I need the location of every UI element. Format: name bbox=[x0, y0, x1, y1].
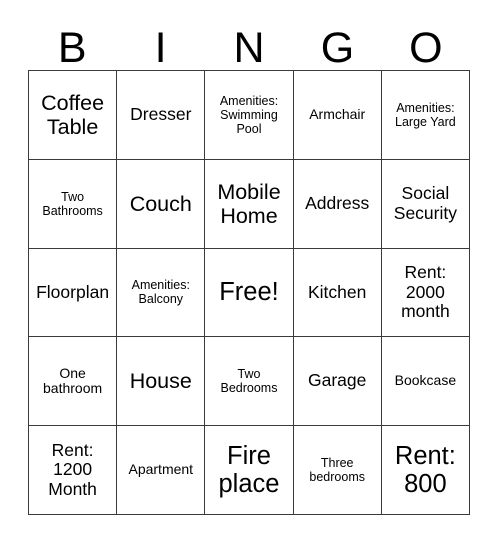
bingo-cell-label: Couch bbox=[129, 191, 192, 216]
bingo-cell[interactable]: Fire place bbox=[205, 426, 294, 515]
bingo-cell-label: Social Security bbox=[393, 183, 457, 223]
bingo-cell-label: Apartment bbox=[128, 461, 194, 478]
bingo-cell[interactable]: Mobile Home bbox=[205, 159, 294, 249]
bingo-header-letter-i: I bbox=[154, 24, 167, 72]
bingo-cell[interactable]: Rent: 800 bbox=[381, 426, 470, 515]
bingo-cell-label: Floorplan bbox=[36, 281, 110, 302]
bingo-cell[interactable]: Armchair bbox=[293, 71, 382, 160]
bingo-cell[interactable]: Apartment bbox=[117, 426, 206, 515]
bingo-cell-label: Armchair bbox=[309, 106, 366, 123]
bingo-cell-label: Rent: 2000 month bbox=[401, 262, 450, 322]
bingo-cell-label: Garage bbox=[308, 370, 367, 391]
bingo-cell[interactable]: House bbox=[117, 337, 206, 427]
bingo-cell-label: Dresser bbox=[130, 104, 192, 125]
bingo-cell[interactable]: Couch bbox=[117, 159, 206, 249]
bingo-cell-label: Address bbox=[305, 192, 370, 213]
bingo-cell[interactable]: Amenities: Balcony bbox=[117, 248, 206, 338]
bingo-cell-label: Fire place bbox=[218, 441, 280, 499]
bingo-cell[interactable]: Dresser bbox=[117, 71, 206, 160]
bingo-cell-label: Three bedrooms bbox=[309, 456, 365, 485]
bingo-cell[interactable]: Garage bbox=[293, 337, 382, 427]
bingo-cell-free[interactable]: Free! bbox=[205, 248, 294, 338]
bingo-cell[interactable]: Two Bedrooms bbox=[205, 337, 294, 427]
bingo-cell-label: One bathroom bbox=[43, 364, 103, 397]
bingo-cell[interactable]: Coffee Table bbox=[29, 71, 118, 160]
bingo-cell[interactable]: Rent: 1200 Month bbox=[29, 426, 118, 515]
bingo-cell[interactable]: Floorplan bbox=[29, 248, 118, 338]
bingo-cell[interactable]: Rent: 2000 month bbox=[381, 248, 470, 338]
bingo-cell-label: Bookcase bbox=[394, 372, 457, 389]
bingo-cell-label: Amenities: Swimming Pool bbox=[219, 93, 279, 136]
bingo-grid: Coffee Table Dresser Amenities: Swimming… bbox=[28, 70, 470, 515]
bingo-cell[interactable]: Three bedrooms bbox=[293, 426, 382, 515]
bingo-cell-label: House bbox=[129, 369, 192, 394]
bingo-cell[interactable]: Address bbox=[293, 159, 382, 249]
bingo-cell-label: Free! bbox=[219, 278, 279, 307]
bingo-cell-label: Amenities: Large Yard bbox=[395, 100, 456, 129]
bingo-cell-label: Two Bathrooms bbox=[42, 189, 103, 218]
bingo-cell-label: Rent: 800 bbox=[394, 441, 456, 499]
bingo-header-row: B I N G O bbox=[28, 18, 470, 70]
bingo-cell[interactable]: Two Bathrooms bbox=[29, 159, 118, 249]
bingo-cell[interactable]: Bookcase bbox=[381, 337, 470, 427]
bingo-cell[interactable]: Social Security bbox=[381, 159, 470, 249]
bingo-cell-label: Amenities: Balcony bbox=[131, 278, 190, 307]
bingo-card: B I N G O Coffee Table Dresser Amenities… bbox=[0, 0, 500, 544]
bingo-header-letter-o: O bbox=[409, 24, 443, 72]
bingo-cell[interactable]: Kitchen bbox=[293, 248, 382, 338]
bingo-cell[interactable]: Amenities: Large Yard bbox=[381, 71, 470, 160]
bingo-header-letter-g: G bbox=[320, 24, 355, 72]
bingo-cell-label: Kitchen bbox=[308, 281, 367, 302]
bingo-cell-label: Two Bedrooms bbox=[220, 367, 278, 396]
bingo-header-letter-b: B bbox=[57, 24, 87, 72]
bingo-cell-label: Rent: 1200 Month bbox=[48, 439, 97, 499]
bingo-cell[interactable]: Amenities: Swimming Pool bbox=[205, 71, 294, 160]
bingo-cell-label: Coffee Table bbox=[41, 90, 105, 139]
bingo-cell[interactable]: One bathroom bbox=[29, 337, 118, 427]
bingo-cell-label: Mobile Home bbox=[217, 179, 281, 228]
bingo-header-letter-n: N bbox=[233, 24, 265, 72]
